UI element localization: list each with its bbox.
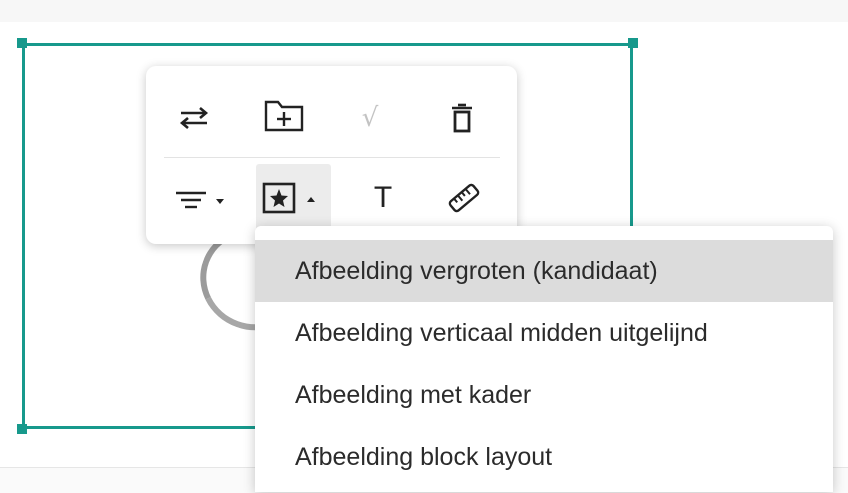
resize-handle-top-left[interactable] bbox=[17, 38, 27, 48]
top-strip bbox=[0, 0, 848, 22]
image-style-menu: Afbeelding vergroten (kandidaat) Afbeeld… bbox=[255, 226, 833, 492]
checkmark-icon: √ bbox=[361, 103, 379, 133]
menu-item-block-layout[interactable]: Afbeelding block layout bbox=[255, 426, 833, 488]
filter-dropdown-button[interactable] bbox=[172, 180, 236, 220]
resize-handle-top-right[interactable] bbox=[628, 38, 638, 48]
menu-item-frame[interactable]: Afbeelding met kader bbox=[255, 364, 833, 426]
text-icon: T bbox=[373, 181, 393, 214]
resize-handle-bottom-left[interactable] bbox=[17, 424, 27, 434]
delete-button[interactable] bbox=[444, 98, 480, 138]
swap-icon bbox=[179, 107, 209, 129]
menu-item-enlarge[interactable]: Afbeelding vergroten (kandidaat) bbox=[255, 240, 833, 302]
add-to-folder-icon bbox=[264, 100, 304, 132]
filter-dropdown-icon bbox=[176, 191, 224, 209]
image-style-dropdown-button[interactable] bbox=[256, 164, 331, 232]
ruler-icon bbox=[448, 183, 480, 213]
measure-button[interactable] bbox=[442, 176, 486, 220]
confirm-button[interactable]: √ bbox=[350, 96, 390, 140]
add-to-folder-button[interactable] bbox=[258, 94, 310, 138]
image-toolbar: √ T bbox=[146, 66, 517, 244]
toolbar-divider bbox=[164, 157, 500, 158]
trash-icon bbox=[452, 103, 472, 133]
image-star-dropdown-icon bbox=[262, 182, 315, 214]
text-button[interactable]: T bbox=[365, 176, 401, 220]
menu-item-vertical-center[interactable]: Afbeelding verticaal midden uitgelijnd bbox=[255, 302, 833, 364]
swap-button[interactable] bbox=[172, 98, 216, 138]
